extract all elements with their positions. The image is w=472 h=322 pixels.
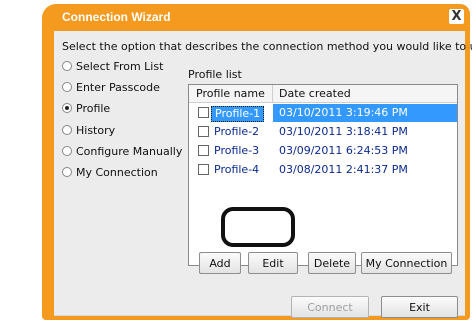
column-header-date-created[interactable]: Date created [273, 85, 351, 102]
profile-date: 03/09/2011 6:24:53 PM [279, 144, 408, 157]
profile-date: 03/10/2011 3:19:46 PM [279, 106, 408, 119]
radio-label: My Connection [76, 166, 158, 179]
window-title: Connection Wizard [62, 10, 171, 24]
profile-row[interactable]: Profile-4 03/08/2011 2:41:37 PM [189, 161, 457, 179]
profile-row[interactable]: Profile-2 03/10/2011 3:18:41 PM [189, 123, 457, 141]
list-header: Profile name Date created [189, 85, 457, 103]
radio-icon[interactable] [62, 125, 72, 135]
radio-icon[interactable] [62, 146, 72, 156]
delete-button[interactable]: Delete [308, 252, 356, 274]
radio-label: Configure Manually [76, 145, 183, 158]
profile-date: 03/10/2011 3:18:41 PM [279, 125, 408, 138]
connect-button[interactable]: Connect [291, 296, 369, 318]
add-button[interactable]: Add [199, 252, 241, 274]
radio-label: Profile [76, 102, 111, 115]
profile-name: Profile-4 [214, 163, 260, 176]
my-connection-button[interactable]: My Connection [361, 252, 452, 274]
radio-enter-passcode[interactable]: Enter Passcode [62, 81, 160, 94]
profile-checkbox[interactable] [198, 107, 209, 118]
radio-select-from-list[interactable]: Select From List [62, 60, 163, 73]
profile-name: Profile-1 [211, 106, 265, 122]
exit-button[interactable]: Exit [381, 296, 458, 318]
radio-label: Enter Passcode [76, 81, 160, 94]
connection-wizard-window: Connection Wizard X Select the option th… [42, 4, 472, 320]
profile-date: 03/08/2011 2:41:37 PM [279, 163, 408, 176]
profile-checkbox[interactable] [198, 164, 209, 175]
radio-label: History [76, 124, 116, 137]
edit-button[interactable]: Edit [248, 252, 298, 274]
radio-label: Select From List [76, 60, 164, 73]
radio-history[interactable]: History [62, 124, 115, 137]
profile-checkbox[interactable] [198, 126, 209, 137]
title-bar[interactable]: Connection Wizard X [42, 4, 470, 31]
radio-icon[interactable] [62, 167, 72, 177]
profile-row[interactable]: Profile-1 03/10/2011 3:19:46 PM [189, 104, 457, 122]
column-header-profile-name[interactable]: Profile name [189, 85, 273, 102]
instruction-text: Select the option that describes the con… [62, 40, 472, 53]
radio-my-connection[interactable]: My Connection [62, 166, 158, 179]
radio-icon[interactable] [62, 103, 72, 113]
radio-icon[interactable] [62, 61, 72, 71]
profile-checkbox[interactable] [198, 145, 209, 156]
radio-icon[interactable] [62, 82, 72, 92]
radio-configure-manually[interactable]: Configure Manually [62, 145, 182, 158]
radio-profile[interactable]: Profile [62, 102, 110, 115]
profile-name: Profile-3 [214, 144, 260, 157]
profile-list[interactable]: Profile name Date created Profile-1 03/1… [188, 84, 458, 266]
profile-row[interactable]: Profile-3 03/09/2011 6:24:53 PM [189, 142, 457, 160]
profile-list-label: Profile list [188, 68, 242, 81]
profile-name: Profile-2 [214, 125, 260, 138]
close-icon[interactable]: X [449, 9, 464, 24]
wizard-content: Select the option that describes the con… [54, 31, 472, 318]
